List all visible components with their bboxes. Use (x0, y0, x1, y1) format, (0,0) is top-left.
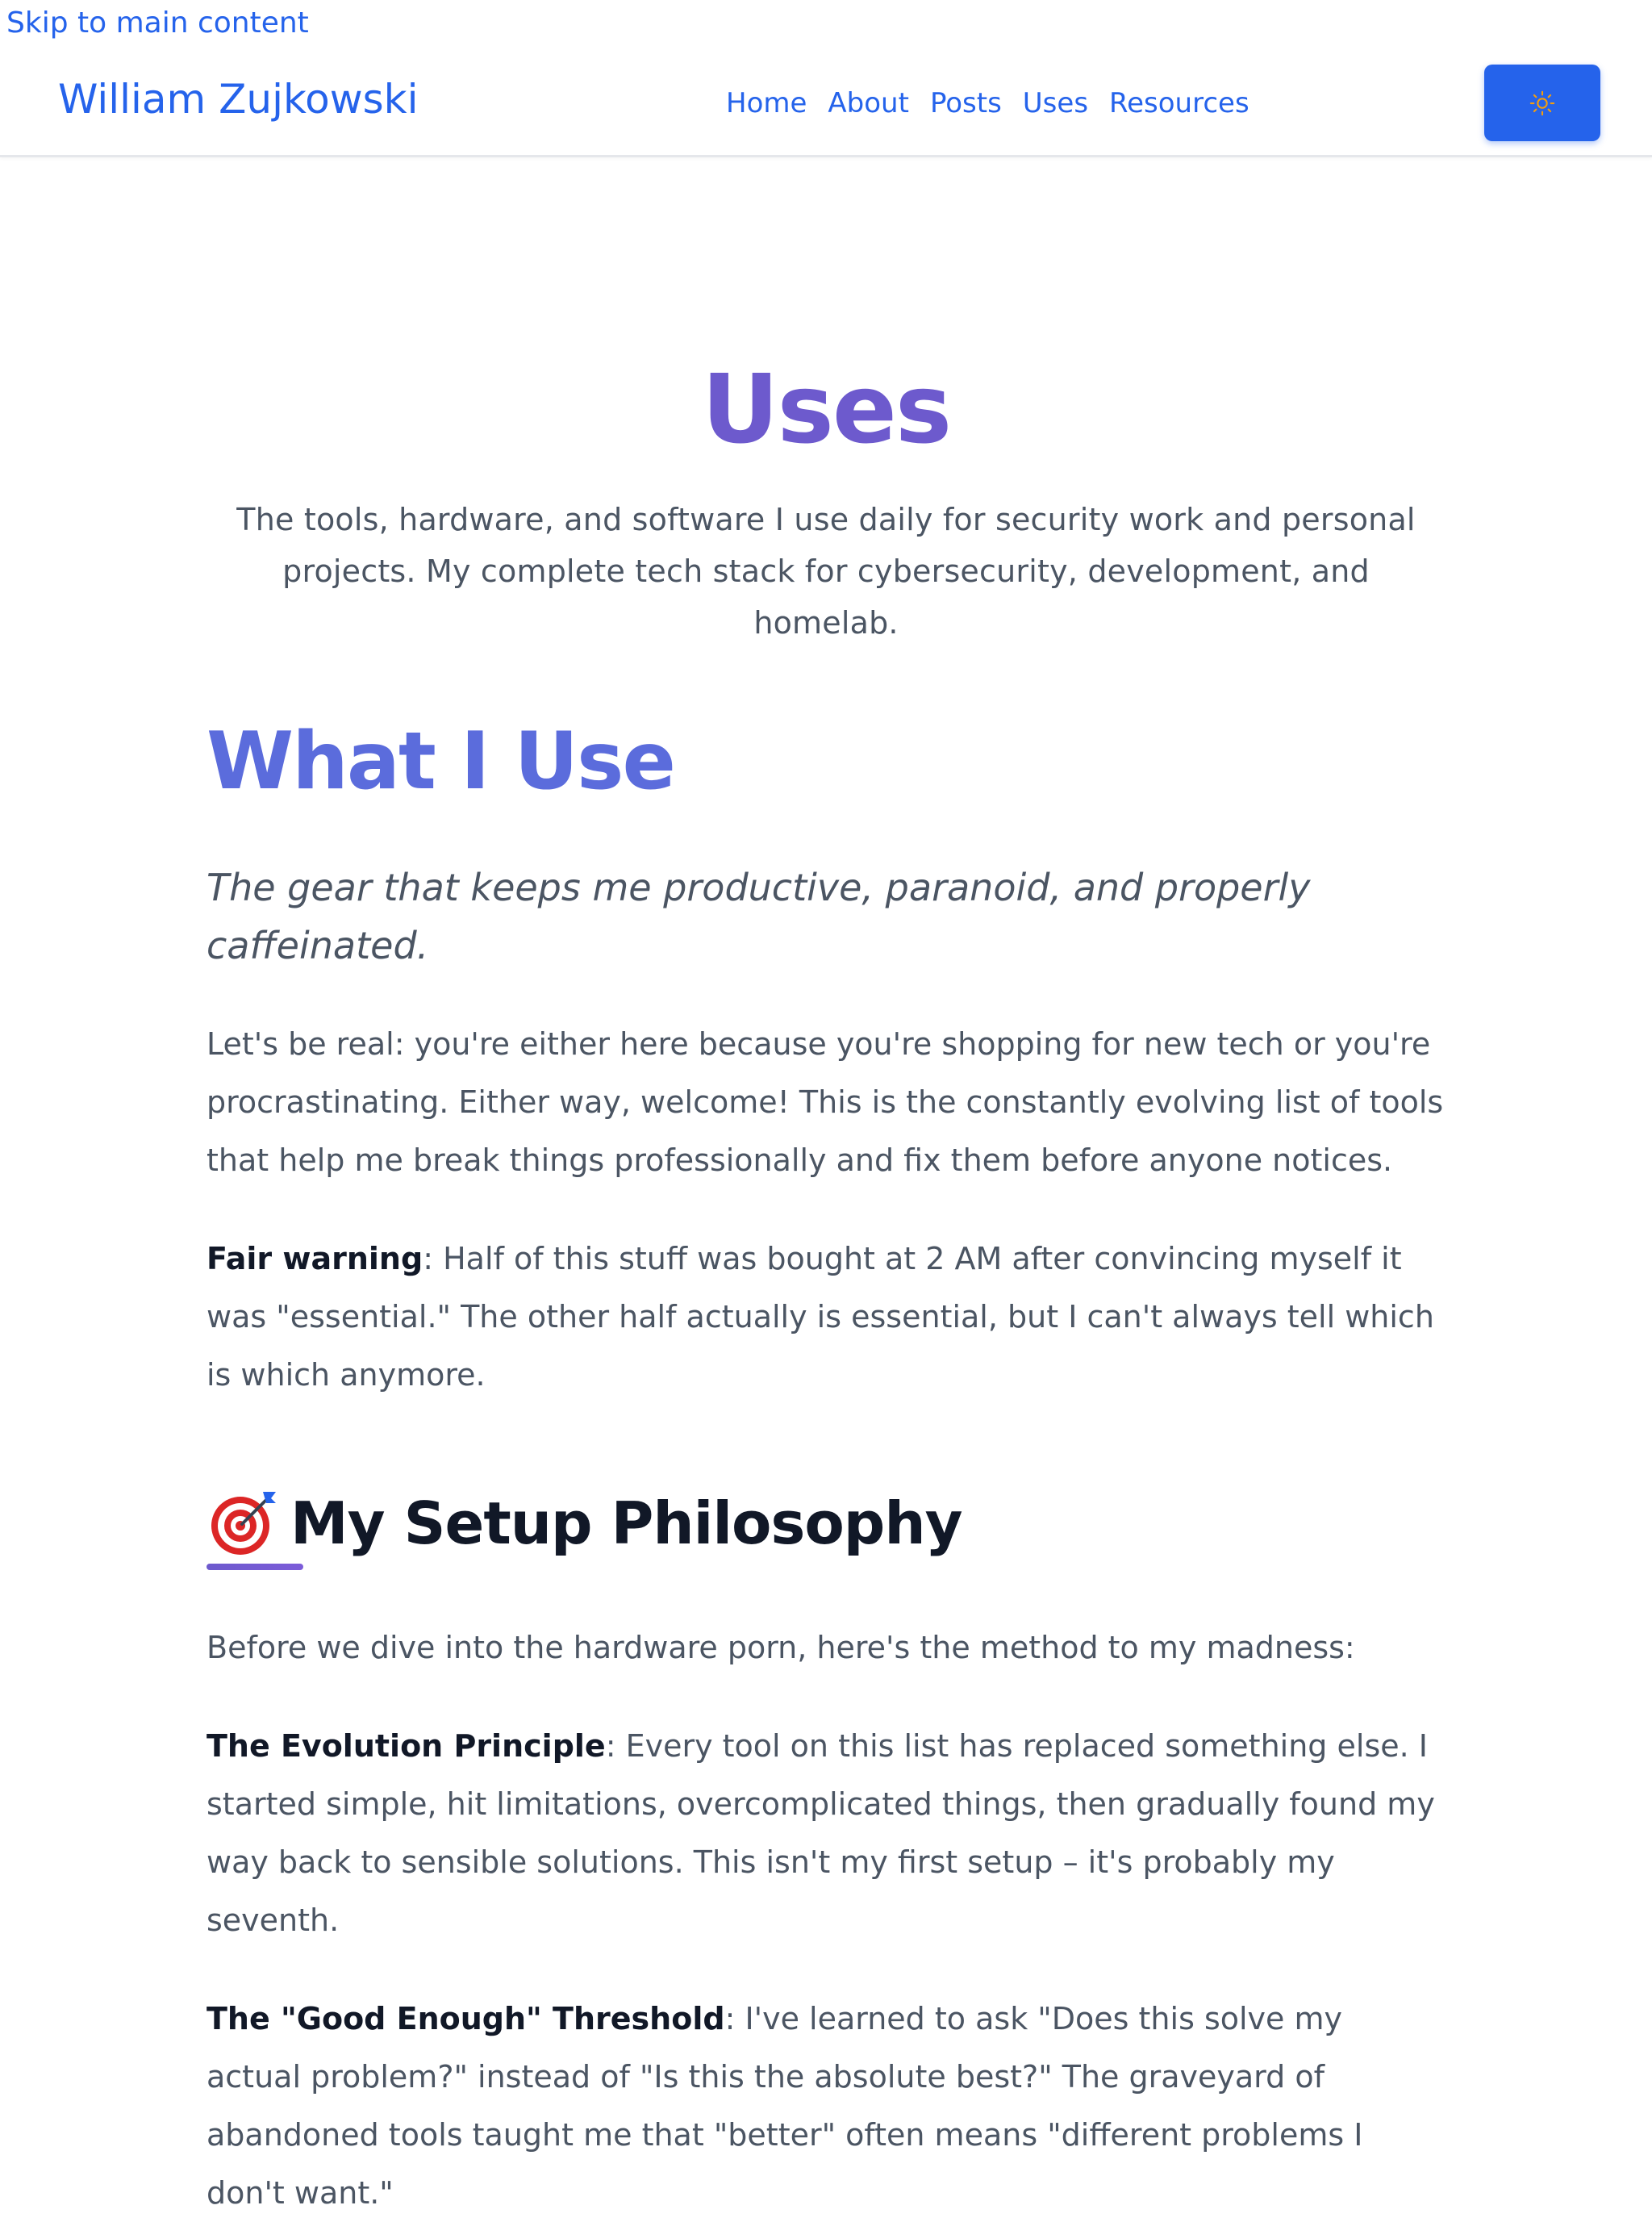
main-nav: Home About Posts Uses Resources (726, 87, 1249, 119)
section-heading-wrapper: My Setup Philosophy (206, 1485, 1446, 1570)
section-heading: My Setup Philosophy (206, 1485, 1446, 1562)
nav-link-resources[interactable]: Resources (1109, 87, 1249, 119)
nav-link-uses[interactable]: Uses (1023, 87, 1088, 119)
page-description: The tools, hardware, and software I use … (236, 502, 1416, 641)
what-i-use-heading: What I Use (206, 716, 676, 808)
principle-paragraph: The "Good Enough" Threshold: I've learne… (206, 1990, 1446, 2222)
nav-link-home[interactable]: Home (726, 87, 807, 119)
principle-label: The Evolution Principle (206, 1728, 606, 1764)
target-icon (206, 1487, 279, 1560)
section-heading-text: My Setup Philosophy (290, 1489, 963, 1557)
site-title-link[interactable]: William Zujkowski (58, 76, 419, 123)
heading-underline (206, 1564, 303, 1570)
nav-link-about[interactable]: About (828, 87, 909, 119)
principle-paragraph: The Evolution Principle: Every tool on t… (206, 1717, 1446, 1949)
sun-icon (1529, 90, 1555, 115)
skip-to-main-link[interactable]: Skip to main content (6, 6, 309, 40)
warning-paragraph: Fair warning: Half of this stuff was bou… (206, 1230, 1446, 1404)
tagline: The gear that keeps me productive, paran… (206, 866, 1311, 967)
main-content: Uses The tools, hardware, and software I… (206, 155, 1446, 2222)
theme-toggle-button[interactable] (1484, 65, 1600, 141)
page-title: Uses (701, 353, 952, 465)
warning-label: Fair warning (206, 1241, 423, 1276)
principle-label: The "Good Enough" Threshold (206, 2001, 725, 2036)
intro-paragraph: Let's be real: you're either here becaus… (206, 1026, 1444, 1178)
section-lead: Before we dive into the hardware porn, h… (206, 1630, 1355, 1665)
nav-link-posts[interactable]: Posts (930, 87, 1002, 119)
